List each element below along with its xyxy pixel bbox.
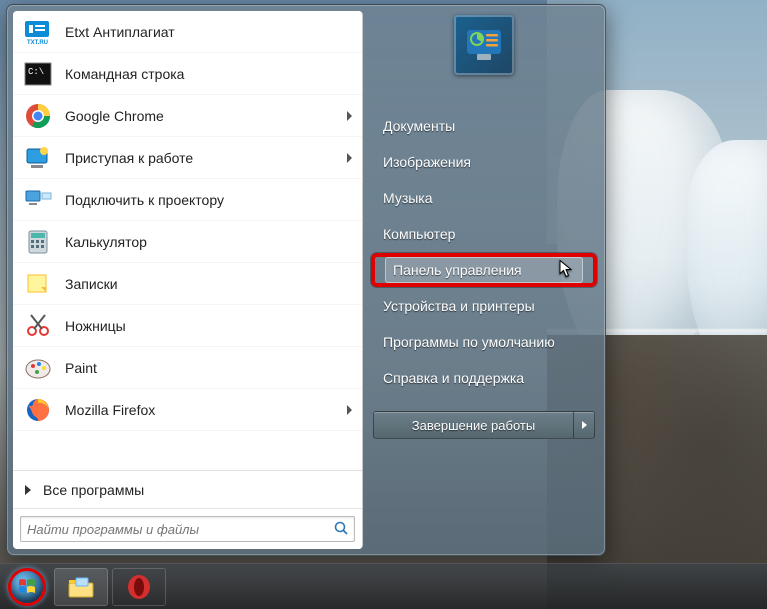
program-item-projector[interactable]: Подключить к проектору xyxy=(13,179,362,221)
right-link-documents[interactable]: Документы xyxy=(373,109,595,143)
right-link-music[interactable]: Музыка xyxy=(373,181,595,215)
program-item-label: Etxt Антиплагиат xyxy=(65,24,175,40)
triangle-right-icon xyxy=(582,421,587,429)
getting-started-icon xyxy=(23,143,53,173)
opera-icon xyxy=(126,574,152,600)
right-link-label: Документы xyxy=(383,118,455,134)
program-item-cmd[interactable]: C:\ Командная строка xyxy=(13,53,362,95)
paint-icon xyxy=(23,353,53,383)
right-link-label: Компьютер xyxy=(383,226,455,242)
program-item-label: Paint xyxy=(65,360,97,376)
program-list: TXT.RU Etxt Антиплагиат C:\ Командная ст… xyxy=(13,11,362,470)
right-link-pictures[interactable]: Изображения xyxy=(373,145,595,179)
search-icon xyxy=(334,521,348,538)
profile-picture[interactable] xyxy=(454,15,514,75)
start-menu: TXT.RU Etxt Антиплагиат C:\ Командная ст… xyxy=(6,4,606,556)
chrome-icon xyxy=(23,101,53,131)
program-item-chrome[interactable]: Google Chrome xyxy=(13,95,362,137)
cursor-icon xyxy=(559,260,575,281)
program-item-label: Mozilla Firefox xyxy=(65,402,155,418)
program-item-label: Ножницы xyxy=(65,318,126,334)
desktop: TXT.RU Etxt Антиплагиат C:\ Командная ст… xyxy=(0,0,767,609)
start-menu-right: Документы Изображения Музыка Компьютер П… xyxy=(363,5,605,555)
cmd-icon: C:\ xyxy=(23,59,53,89)
program-item-sticky-notes[interactable]: Записки xyxy=(13,263,362,305)
program-item-label: Записки xyxy=(65,276,118,292)
projector-icon xyxy=(23,185,53,215)
right-link-label: Программы по умолчанию xyxy=(383,334,555,350)
submenu-arrow-icon xyxy=(347,111,352,121)
shutdown-button[interactable]: Завершение работы xyxy=(373,411,573,439)
program-item-firefox[interactable]: Mozilla Firefox xyxy=(13,389,362,431)
all-programs-label: Все программы xyxy=(43,482,144,498)
submenu-arrow-icon xyxy=(347,153,352,163)
program-item-label: Подключить к проектору xyxy=(65,192,224,208)
svg-text:C:\: C:\ xyxy=(28,67,44,77)
program-item-paint[interactable]: Paint xyxy=(13,347,362,389)
right-link-help-support[interactable]: Справка и поддержка xyxy=(373,361,595,395)
calculator-icon xyxy=(23,227,53,257)
all-programs-button[interactable]: Все программы xyxy=(13,470,362,508)
right-link-label: Справка и поддержка xyxy=(383,370,524,386)
right-link-label: Изображения xyxy=(383,154,471,170)
taskbar-opera-button[interactable] xyxy=(112,568,166,606)
scissors-icon xyxy=(23,311,53,341)
right-link-label: Панель управления xyxy=(393,262,522,278)
taskbar-explorer-button[interactable] xyxy=(54,568,108,606)
taskbar xyxy=(0,563,767,609)
shutdown-label: Завершение работы xyxy=(412,418,535,433)
program-item-label: Google Chrome xyxy=(65,108,164,124)
program-item-getting-started[interactable]: Приступая к работе xyxy=(13,137,362,179)
shutdown-options-button[interactable] xyxy=(573,411,595,439)
right-link-computer[interactable]: Компьютер xyxy=(373,217,595,251)
start-button[interactable] xyxy=(4,564,50,609)
program-item-label: Командная строка xyxy=(65,66,184,82)
windows-logo-icon xyxy=(17,577,37,597)
right-link-label: Устройства и принтеры xyxy=(383,298,535,314)
program-item-snipping-tool[interactable]: Ножницы xyxy=(13,305,362,347)
shutdown-button-group: Завершение работы xyxy=(373,411,595,439)
submenu-arrow-icon xyxy=(347,405,352,415)
firefox-icon xyxy=(23,395,53,425)
search-area xyxy=(13,508,362,549)
etxt-icon: TXT.RU xyxy=(23,17,53,47)
sticky-notes-icon xyxy=(23,269,53,299)
right-link-devices-printers[interactable]: Устройства и принтеры xyxy=(373,289,595,323)
program-item-label: Калькулятор xyxy=(65,234,147,250)
folder-icon xyxy=(67,575,95,599)
search-input[interactable] xyxy=(27,522,334,537)
search-box[interactable] xyxy=(20,516,355,542)
start-menu-left: TXT.RU Etxt Антиплагиат C:\ Командная ст… xyxy=(13,11,363,549)
right-link-control-panel[interactable]: Панель управления xyxy=(371,253,597,287)
control-panel-icon xyxy=(463,24,505,66)
program-item-etxt[interactable]: TXT.RU Etxt Антиплагиат xyxy=(13,11,362,53)
program-item-calculator[interactable]: Калькулятор xyxy=(13,221,362,263)
right-link-default-programs[interactable]: Программы по умолчанию xyxy=(373,325,595,359)
svg-text:TXT.RU: TXT.RU xyxy=(27,40,48,46)
program-item-label: Приступая к работе xyxy=(65,150,193,166)
triangle-right-icon xyxy=(25,485,31,495)
right-link-label: Музыка xyxy=(383,190,433,206)
